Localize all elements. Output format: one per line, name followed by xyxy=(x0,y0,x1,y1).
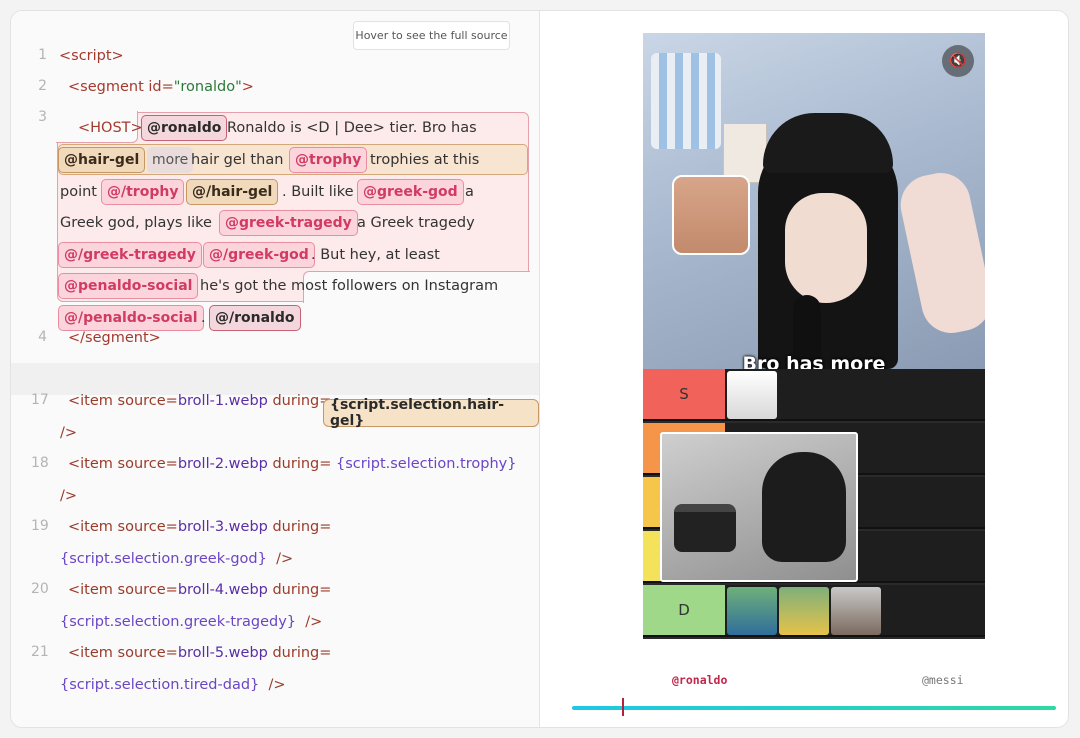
code-line-2: <segment id= "ronaldo" > xyxy=(68,76,254,98)
line-number: 18 xyxy=(31,455,49,471)
chip-penaldo-social[interactable]: @penaldo-social xyxy=(58,273,199,299)
chip-hair-gel-end[interactable]: @/hair-gel xyxy=(186,179,279,205)
host-text: . Built like xyxy=(282,184,354,200)
line-number: 21 xyxy=(31,644,49,660)
chip-hair-gel[interactable]: @hair-gel xyxy=(58,147,146,173)
code-line-18: <item source= broll-2.webp during= {scrip… xyxy=(68,456,517,472)
host-text: trophies at this xyxy=(370,152,480,168)
chip-greek-god[interactable]: @greek-god xyxy=(357,179,464,205)
speaker-next[interactable]: @messi xyxy=(922,673,964,687)
tier-row: S xyxy=(643,369,985,421)
chip-trophy-end[interactable]: @/trophy xyxy=(101,179,185,205)
chip-trophy[interactable]: @trophy xyxy=(289,147,368,173)
code-line-21: <item source= broll-5.webp during= xyxy=(68,645,332,661)
chip-greek-tragedy[interactable]: @greek-tragedy xyxy=(219,210,358,236)
code-line-17: <item source= broll-1.webp during= xyxy=(68,393,332,409)
segment-id-value: "ronaldo" xyxy=(173,79,242,95)
host-text: . xyxy=(201,310,206,326)
tier-player-thumbnail xyxy=(727,371,777,419)
code-line-19-cont: {script.selection.greek-god} /> xyxy=(60,551,294,567)
host-text: Ronaldo is <D | Dee> tier. Bro has xyxy=(227,120,477,136)
script-tag: <script> xyxy=(59,48,124,64)
line-number: 3 xyxy=(38,109,47,125)
app-frame: Hover to see the full source 1 2 3 4 <sc… xyxy=(10,10,1069,728)
line-number: 17 xyxy=(31,392,49,408)
tier-player-thumbnail xyxy=(779,587,829,635)
hover-tooltip: Hover to see the full source xyxy=(353,21,510,50)
code-line-21-cont: {script.selection.tired-dad} /> xyxy=(60,677,286,693)
chip-greek-tragedy-end[interactable]: @/greek-tragedy xyxy=(58,242,202,268)
tier-player-thumbnail xyxy=(831,587,881,635)
code-line-18-close: /> xyxy=(60,488,78,504)
broll-overlay-hair-gel xyxy=(660,432,858,582)
code-line-19: <item source= broll-3.webp during= xyxy=(68,519,332,535)
video-scene xyxy=(643,33,985,369)
segment-tag-close: > xyxy=(241,79,254,95)
chip-more[interactable]: more xyxy=(147,147,194,173)
hand xyxy=(895,167,985,339)
slicked-head xyxy=(762,452,846,562)
mute-icon[interactable]: 🔇 xyxy=(942,45,974,77)
code-line-20: <item source= broll-4.webp during= xyxy=(68,582,332,598)
code-editor-panel: Hover to see the full source 1 2 3 4 <sc… xyxy=(11,11,539,727)
chip-ronaldo[interactable]: @ronaldo xyxy=(141,115,228,141)
speaker-active[interactable]: @ronaldo xyxy=(672,673,727,687)
tier-label: S xyxy=(643,369,725,419)
preview-panel: 🔇 Bro has more SD @ronaldo @messi xyxy=(540,11,1068,727)
code-line-17-close: /> xyxy=(60,425,78,441)
host-text: . But hey, at least xyxy=(311,247,440,263)
inset-face-thumbnail xyxy=(672,175,750,255)
host-tag: <HOST> xyxy=(78,120,143,136)
code-line-1: <script> xyxy=(59,45,124,67)
host-text: hair gel than xyxy=(191,152,284,168)
line-number: 1 xyxy=(38,47,47,63)
timeline-playhead[interactable] xyxy=(622,698,624,716)
tier-label: D xyxy=(643,585,725,635)
host-text: a Greek tragedy xyxy=(357,215,475,231)
host-text: a xyxy=(465,184,474,200)
line-number: 20 xyxy=(31,581,49,597)
line-number: 4 xyxy=(38,329,47,345)
host-text: he's got the most followers on Instagram xyxy=(200,278,499,294)
segment-close-tag: </segment> xyxy=(68,330,161,346)
segment-tag-open: <segment id= xyxy=(68,79,174,95)
jersey-poster xyxy=(651,53,721,149)
host-text: point xyxy=(60,184,97,200)
line-number: 19 xyxy=(31,518,49,534)
tier-player-thumbnail xyxy=(727,587,777,635)
chip-greek-god-end[interactable]: @/greek-god xyxy=(203,242,315,268)
hair-gel-jar xyxy=(674,504,736,552)
face xyxy=(785,193,867,303)
chip-ronaldo-end[interactable]: @/ronaldo xyxy=(209,305,301,331)
cap xyxy=(763,113,893,173)
host-text: Greek god, plays like xyxy=(60,215,212,231)
code-line-4: </segment> xyxy=(68,327,161,349)
timeline-track[interactable] xyxy=(572,706,1056,710)
line-number: 2 xyxy=(38,78,47,94)
video-preview[interactable]: 🔇 Bro has more SD xyxy=(643,33,985,639)
selection-hair-gel-chip[interactable]: {script.selection.hair-gel} xyxy=(323,397,539,429)
code-line-20-cont: {script.selection.greek-tragedy} /> xyxy=(60,614,323,630)
